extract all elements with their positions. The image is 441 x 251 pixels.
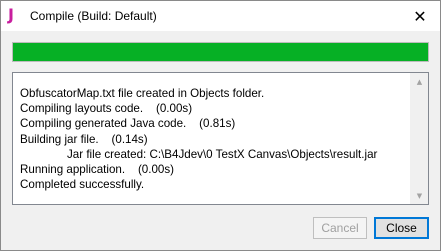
log-line: Completed successfully. bbox=[20, 178, 145, 192]
close-button[interactable]: Close bbox=[374, 217, 429, 239]
vertical-scrollbar[interactable]: ▲ ▼ bbox=[410, 73, 428, 204]
log-line: ObfuscatorMap.txt file created in Object… bbox=[20, 87, 265, 100]
window-title: Compile (Build: Default) bbox=[30, 9, 157, 23]
log-text: ObfuscatorMap.txt file created in Object… bbox=[20, 86, 410, 192]
log-panel[interactable]: ObfuscatorMap.txt file created in Object… bbox=[12, 72, 429, 205]
log-line: Compiling layouts code. (0.00s) bbox=[20, 102, 193, 116]
log-line: Building jar file. (0.14s) bbox=[20, 132, 148, 146]
cancel-button[interactable]: Cancel bbox=[313, 217, 367, 239]
scroll-up-arrow-icon[interactable]: ▲ bbox=[411, 73, 428, 90]
app-j-icon: J bbox=[8, 5, 14, 24]
progress-bar bbox=[12, 42, 429, 62]
title-bar[interactable]: J Compile (Build: Default) ✕ bbox=[1, 1, 440, 31]
log-line: Compiling generated Java code. (0.81s) bbox=[20, 117, 236, 131]
scroll-down-arrow-icon[interactable]: ▼ bbox=[411, 187, 428, 204]
close-icon[interactable]: ✕ bbox=[400, 1, 440, 31]
log-line: Running application. (0.00s) bbox=[20, 163, 175, 177]
progress-fill bbox=[13, 43, 428, 61]
log-line: Jar file created: C:\B4Jdev\0 TestX Canv… bbox=[67, 147, 378, 161]
compile-dialog: J Compile (Build: Default) ✕ ObfuscatorM… bbox=[0, 0, 441, 251]
